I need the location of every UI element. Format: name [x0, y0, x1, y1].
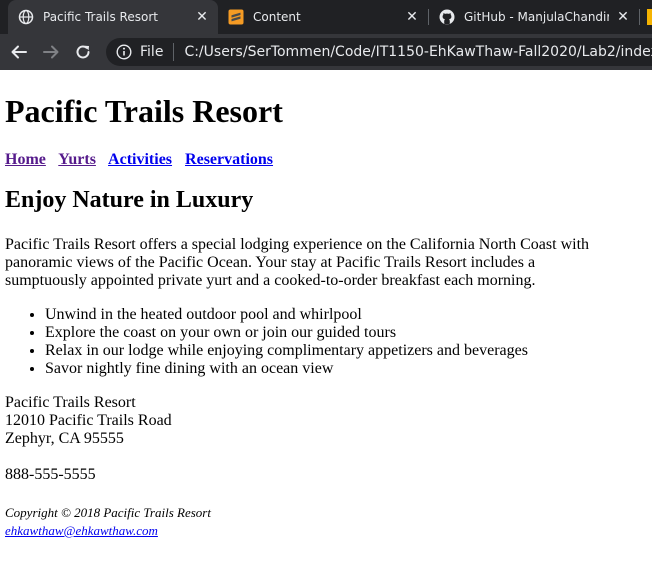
address-city: Zephyr, CA 95555: [5, 430, 124, 447]
reload-icon: [76, 45, 90, 59]
nav-link-yurts[interactable]: Yurts: [58, 151, 96, 168]
tab-github[interactable]: GitHub - ManjulaChandirase ✕: [429, 0, 639, 34]
page-subheading: Enjoy Nature in Luxury: [5, 187, 254, 213]
forward-arrow-icon: [43, 45, 59, 59]
browser-toolbar: File C:/Users/SerTommen/Code/IT1150-EhKa…: [0, 34, 652, 70]
github-icon: [439, 9, 455, 25]
address-separator: [173, 43, 175, 61]
phone-number: 888-555-5555: [5, 466, 96, 483]
url-text[interactable]: C:/Users/SerTommen/Code/IT1150-EhKawThaw…: [184, 44, 652, 60]
url-scheme-label: File: [140, 44, 164, 60]
list-item: Savor nightly fine dining with an ocean …: [45, 360, 595, 378]
sublime-text-icon: [228, 9, 244, 25]
address-block: Pacific Trails Resort 12010 Pacific Trai…: [5, 394, 172, 448]
tab-separator: [639, 9, 640, 25]
browser-tab-strip: Pacific Trails Resort ✕ Content ✕ GitHub…: [0, 0, 652, 34]
close-tab-icon[interactable]: ✕: [615, 9, 631, 25]
back-button[interactable]: [7, 40, 31, 64]
reload-button[interactable]: [71, 40, 95, 64]
tab-title: Content: [253, 10, 301, 24]
page-heading: Pacific Trails Resort: [5, 93, 283, 129]
address-street: 12010 Pacific Trails Road: [5, 412, 172, 429]
close-tab-icon[interactable]: ✕: [194, 9, 210, 25]
intro-paragraph: Pacific Trails Resort offers a special l…: [5, 236, 590, 289]
address-bar[interactable]: File C:/Users/SerTommen/Code/IT1150-EhKa…: [106, 38, 652, 66]
forward-button[interactable]: [39, 40, 63, 64]
list-item: Relax in our lodge while enjoying compli…: [45, 342, 595, 360]
tab-pacific-trails[interactable]: Pacific Trails Resort ✕: [8, 0, 218, 34]
next-tab-favicon[interactable]: [647, 9, 652, 25]
page-footer: Copyright © 2018 Pacific Trails Resort e…: [5, 504, 211, 540]
nav-link-activities[interactable]: Activities: [108, 151, 172, 168]
close-tab-icon[interactable]: ✕: [404, 9, 420, 25]
nav-link-home[interactable]: Home: [5, 151, 46, 168]
back-arrow-icon: [11, 45, 27, 59]
nav-link-reservations[interactable]: Reservations: [185, 151, 273, 168]
tab-title: GitHub - ManjulaChandirase: [464, 10, 609, 24]
copyright-text: Copyright © 2018 Pacific Trails Resort: [5, 505, 211, 520]
address-name: Pacific Trails Resort: [5, 394, 136, 411]
site-nav: Home Yurts Activities Reservations: [5, 151, 282, 169]
email-link[interactable]: ehkawthaw@ehkawthaw.com: [5, 523, 158, 538]
feature-list: Unwind in the heated outdoor pool and wh…: [5, 306, 595, 378]
tab-title: Pacific Trails Resort: [43, 10, 158, 24]
info-icon[interactable]: [116, 44, 132, 60]
list-item: Unwind in the heated outdoor pool and wh…: [45, 306, 595, 324]
tab-content[interactable]: Content ✕: [218, 0, 428, 34]
list-item: Explore the coast on your own or join ou…: [45, 324, 595, 342]
globe-icon: [18, 9, 34, 25]
